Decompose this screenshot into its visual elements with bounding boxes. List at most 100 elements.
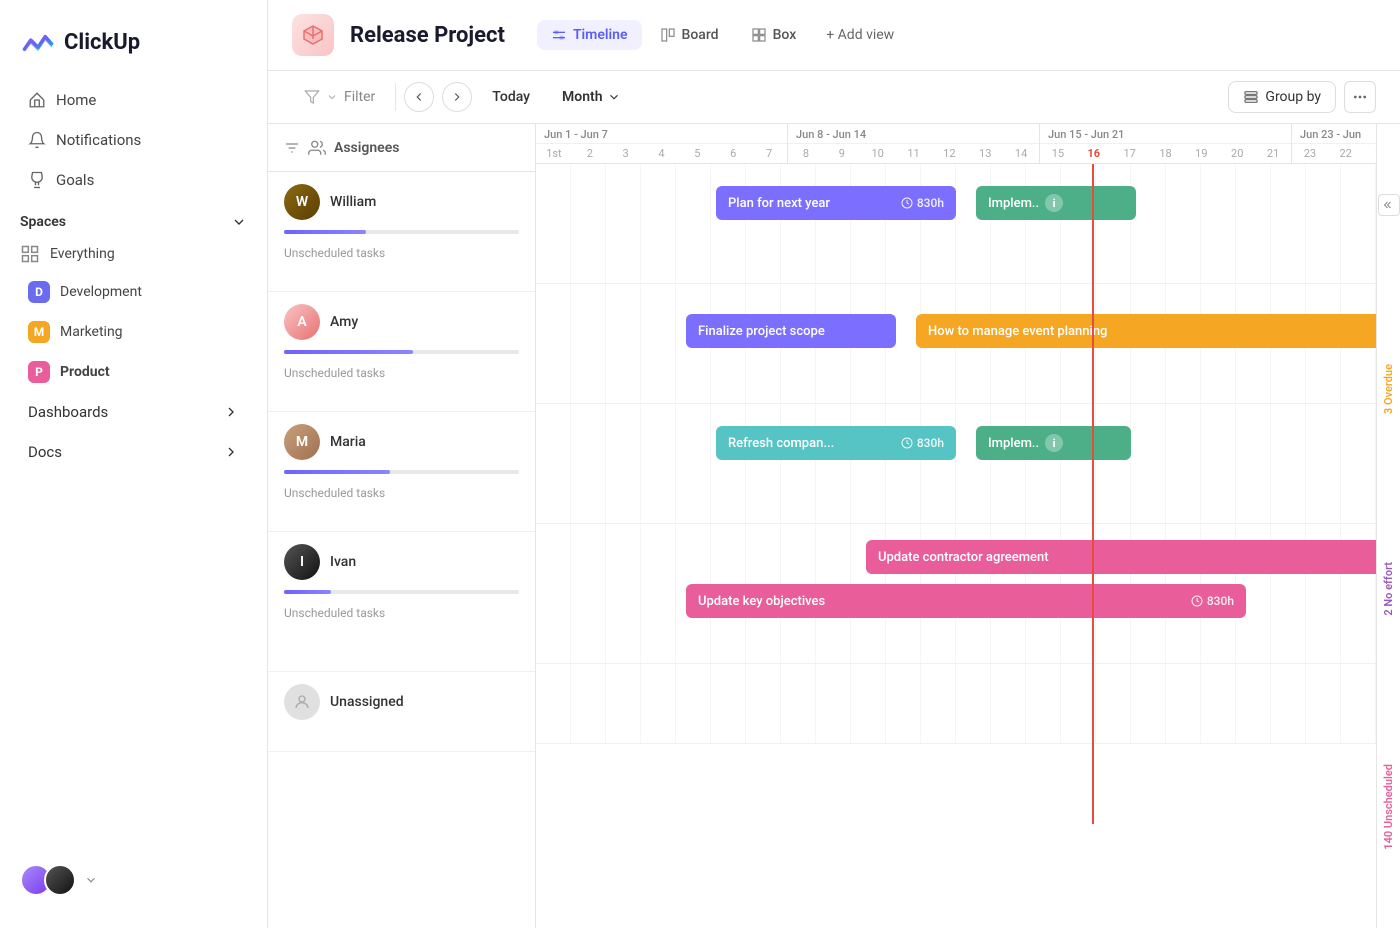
info-icon-maria: i: [1045, 434, 1063, 452]
sidebar-item-development[interactable]: D Development: [8, 273, 259, 311]
chevron-right-icon-docs: [223, 444, 239, 460]
group-by-btn[interactable]: Group by: [1228, 81, 1336, 113]
sidebar-item-marketing[interactable]: M Marketing: [8, 313, 259, 351]
prev-btn[interactable]: [404, 82, 434, 112]
task-implement-william[interactable]: Implem.. i: [976, 186, 1136, 220]
chevron-right-nav-icon: [450, 90, 464, 104]
overdue-label[interactable]: 3 Overdue: [1380, 356, 1397, 422]
add-view-btn[interactable]: + Add view: [814, 20, 906, 50]
more-options-btn[interactable]: [1344, 81, 1376, 113]
clickup-logo-icon: [20, 24, 56, 60]
day-9: 9: [824, 144, 860, 163]
filter-btn[interactable]: Filter: [292, 83, 396, 111]
assignee-name-william: William: [330, 194, 376, 210]
trophy-icon: [28, 171, 46, 189]
tab-timeline[interactable]: Timeline: [537, 20, 642, 50]
left-panel: Assignees W William Unscheduled tasks A …: [268, 124, 536, 928]
avatar-ivan: I: [284, 544, 320, 580]
logo-text: ClickUp: [64, 30, 140, 55]
next-btn[interactable]: [442, 82, 472, 112]
avatar-user2: [44, 864, 76, 896]
avatar-william: W: [284, 184, 320, 220]
assignee-row-amy: A Amy Unscheduled tasks: [268, 292, 535, 412]
task-label-impl: Implem..: [988, 196, 1039, 211]
sidebar-item-product[interactable]: P Product: [8, 353, 259, 391]
sidebar-item-product-label: Product: [60, 364, 110, 380]
task-implement-maria[interactable]: Implem.. i: [976, 426, 1131, 460]
tab-box[interactable]: Box: [737, 20, 811, 50]
spaces-section-header[interactable]: Spaces: [0, 200, 267, 236]
users-icon: [308, 139, 326, 157]
task-refresh-company[interactable]: Refresh compan... 830h: [716, 426, 956, 460]
timeline-row-william: Plan for next year 830h Implem.. i: [536, 164, 1376, 284]
progress-amy: [284, 350, 519, 354]
date-header: Jun 1 - Jun 7 1st 2 3 4 5 6 7 Jun 8 - Ju…: [536, 124, 1376, 164]
board-icon: [660, 27, 676, 43]
week-jun8: Jun 8 - Jun 14 8 9 10 11 12 13 14: [788, 124, 1040, 163]
day-11: 11: [896, 144, 932, 163]
unscheduled-label[interactable]: 140 Unscheduled: [1380, 756, 1397, 858]
day-24: 24: [1364, 144, 1377, 163]
assignee-row-ivan: I Ivan Unscheduled tasks: [268, 532, 535, 672]
task-finalize-scope[interactable]: Finalize project scope: [686, 314, 896, 348]
sidebar-item-home[interactable]: Home: [8, 81, 259, 119]
week-label-jun8: Jun 8 - Jun 14: [788, 124, 1039, 144]
unscheduled-william: Unscheduled tasks: [284, 246, 385, 260]
task-plan-next-year[interactable]: Plan for next year 830h: [716, 186, 956, 220]
task-contractor[interactable]: Update contractor agreement: [866, 540, 1376, 574]
day-20: 20: [1219, 144, 1255, 163]
assignee-row-unassigned: Unassigned: [268, 672, 535, 752]
right-sidebar: 3 Overdue 2 No effort 140 Unscheduled: [1376, 124, 1400, 928]
tab-board-label: Board: [682, 27, 719, 43]
collapse-icon: [1383, 199, 1395, 211]
today-btn[interactable]: Today: [480, 83, 542, 111]
assignee-row-william: W William Unscheduled tasks: [268, 172, 535, 292]
main-content: Release Project Timeline Board Box: [268, 0, 1400, 928]
progress-ivan: [284, 590, 519, 594]
chevron-down-footer-icon: [84, 873, 98, 887]
right-panel: Jun 1 - Jun 7 1st 2 3 4 5 6 7 Jun 8 - Ju…: [536, 124, 1376, 928]
tab-board[interactable]: Board: [646, 20, 733, 50]
sidebar-item-dashboards[interactable]: Dashboards: [8, 393, 259, 431]
day-21: 21: [1255, 144, 1291, 163]
sidebar-footer[interactable]: [0, 848, 267, 912]
sidebar-item-home-label: Home: [56, 91, 96, 109]
sidebar-item-notifications-label: Notifications: [56, 131, 141, 149]
task-effort-objectives: 830h: [1179, 594, 1234, 608]
timeline-content: Plan for next year 830h Implem.. i: [536, 164, 1376, 928]
task-effort-refresh: 830h: [889, 436, 944, 450]
progress-maria: [284, 470, 519, 474]
user-avatars: [20, 864, 76, 896]
progress-william: [284, 230, 519, 234]
marketing-dot: M: [28, 321, 50, 343]
timeline-row-amy: Finalize project scope How to manage eve…: [536, 284, 1376, 404]
group-by-label: Group by: [1265, 89, 1321, 105]
no-effort-label[interactable]: 2 No effort: [1380, 554, 1397, 624]
sidebar-item-docs[interactable]: Docs: [8, 433, 259, 471]
week-jun1: Jun 1 - Jun 7 1st 2 3 4 5 6 7: [536, 124, 788, 163]
month-btn[interactable]: Month: [550, 83, 633, 111]
sidebar-item-notifications[interactable]: Notifications: [8, 121, 259, 159]
collapse-btn[interactable]: [1378, 194, 1400, 216]
today-line: [1092, 164, 1094, 824]
day-22: 22: [1328, 144, 1364, 163]
unscheduled-amy: Unscheduled tasks: [284, 366, 385, 380]
assignee-name-maria: Maria: [330, 434, 366, 450]
task-key-objectives[interactable]: Update key objectives 830h: [686, 584, 1246, 618]
sidebar-item-goals[interactable]: Goals: [8, 161, 259, 199]
avatar-unassigned: [284, 684, 320, 720]
day-1: 1st: [536, 144, 572, 163]
month-chevron-icon: [607, 90, 621, 104]
day-5: 5: [679, 144, 715, 163]
home-icon: [28, 91, 46, 109]
sidebar-item-everything[interactable]: Everything: [0, 236, 267, 272]
day-2: 2: [572, 144, 608, 163]
sidebar-item-everything-label: Everything: [50, 246, 115, 262]
assignee-row-maria: M Maria Unscheduled tasks: [268, 412, 535, 532]
sidebar-logo[interactable]: ClickUp: [0, 16, 267, 80]
layers-icon: [1243, 89, 1259, 105]
task-manage-event[interactable]: How to manage event planning: [916, 314, 1376, 348]
day-15: 15: [1040, 144, 1076, 163]
sidebar: ClickUp Home Notifications Goals Spaces …: [0, 0, 268, 928]
day-12: 12: [931, 144, 967, 163]
